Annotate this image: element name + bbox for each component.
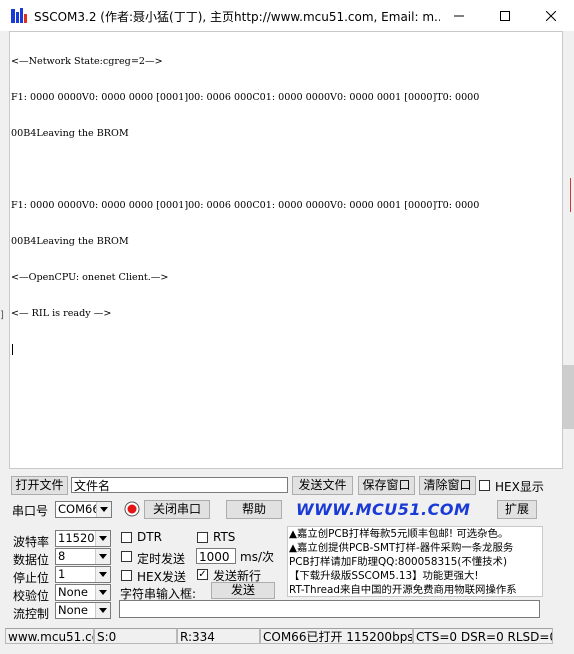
- close-icon: [546, 10, 556, 21]
- parity-value: None: [58, 585, 89, 599]
- timed-send-label: 定时发送: [137, 552, 186, 566]
- port-value: COM66: [58, 502, 100, 516]
- close-port-button[interactable]: 关闭串口: [144, 500, 210, 519]
- chevron-down-icon: [95, 585, 110, 600]
- edge-bracket: ]: [0, 310, 4, 321]
- interval-unit-label: ms/次: [240, 550, 274, 564]
- terminal-cursor-line: [10, 344, 562, 356]
- baud-select[interactable]: 115200: [55, 530, 111, 547]
- send-file-button[interactable]: 发送文件: [292, 476, 353, 495]
- chevron-down-icon: [95, 567, 110, 582]
- promo-line[interactable]: 【下载升级版SSCOM5.13】功能更强大!: [288, 569, 542, 583]
- dtr-label: DTR: [137, 530, 162, 544]
- chevron-down-icon: [95, 603, 110, 618]
- hex-send-checkbox[interactable]: [121, 570, 132, 581]
- status-bar: www.mcu51.cor S:0 R:334 COM66已打开 115200b…: [0, 626, 574, 647]
- terminal-line: <—Network State:cgreg=2—>: [11, 56, 163, 67]
- stopbits-label: 停止位: [13, 571, 50, 585]
- stopbits-select[interactable]: 1: [55, 566, 111, 583]
- rts-label: RTS: [213, 530, 236, 544]
- dtr-checkbox[interactable]: [121, 532, 132, 543]
- flow-value: None: [58, 603, 89, 617]
- terminal-line: 00B4Leaving the BROM: [11, 236, 129, 247]
- port-select[interactable]: COM66: [55, 501, 112, 518]
- title-bar: SSCOM3.2 (作者:聂小猛(丁丁), 主页http://www.mcu51…: [0, 0, 574, 31]
- port-status-indicator-icon: [124, 501, 140, 517]
- filename-input[interactable]: 文件名: [71, 477, 288, 493]
- clear-window-button[interactable]: 清除窗口: [419, 476, 476, 495]
- interval-input[interactable]: 1000: [196, 548, 236, 564]
- terminal-line: F1: 0000 0000V0: 0000 0000 [0001]00: 000…: [11, 200, 480, 211]
- chevron-down-icon: [96, 502, 111, 517]
- chevron-down-icon: [95, 549, 110, 564]
- text-cursor: [12, 344, 13, 355]
- hex-display-checkbox[interactable]: [479, 480, 490, 491]
- promo-line[interactable]: ▲嘉立创PCB打样每款5元顺丰包邮! 可选杂色。: [288, 527, 542, 541]
- databits-label: 数据位: [13, 553, 50, 567]
- window-title: SSCOM3.2 (作者:聂小猛(丁丁), 主页http://www.mcu51…: [34, 10, 440, 24]
- send-button[interactable]: 发送: [211, 582, 275, 599]
- rts-checkbox[interactable]: [197, 532, 208, 543]
- timed-send-checkbox[interactable]: [121, 551, 132, 562]
- status-sent-count: S:0: [94, 628, 177, 644]
- parity-select[interactable]: None: [55, 584, 111, 601]
- edge-marker: [570, 178, 574, 212]
- mcu51-logo[interactable]: WWW.MCU51.COM: [296, 500, 470, 519]
- send-newline-checkbox[interactable]: ✓: [197, 569, 208, 580]
- maximize-button[interactable]: [482, 0, 528, 31]
- help-button[interactable]: 帮助: [226, 500, 282, 519]
- save-window-button[interactable]: 保存窗口: [358, 476, 415, 495]
- terminal-line: <—OpenCPU: onenet Client.—>: [11, 272, 169, 283]
- minimize-icon: [454, 15, 464, 16]
- terminal-line: 00B4Leaving the BROM: [11, 128, 129, 139]
- open-file-button[interactable]: 打开文件: [11, 476, 68, 495]
- promo-panel: ▲嘉立创PCB打样每款5元顺丰包邮! 可选杂色。 ▲嘉立创提供PCB-SMT打样…: [287, 526, 543, 597]
- chevron-down-icon: [95, 531, 110, 546]
- promo-line[interactable]: PCB打样请加F助理QQ:800058315(不懂技术): [288, 555, 542, 569]
- stopbits-value: 1: [58, 567, 66, 581]
- send-string-input[interactable]: [119, 600, 540, 618]
- expand-button[interactable]: 扩展: [497, 500, 537, 519]
- terminal-line: <— RIL is ready —>: [11, 308, 112, 319]
- port-label: 串口号: [12, 504, 49, 518]
- minimize-button[interactable]: [436, 0, 482, 31]
- terminal-line: F1: 0000 0000V0: 0000 0000 [0001]00: 000…: [11, 92, 480, 103]
- app-window: SSCOM3.2 (作者:聂小猛(丁丁), 主页http://www.mcu51…: [0, 0, 574, 654]
- hex-send-label: HEX发送: [137, 570, 186, 584]
- status-received-count: R:334: [177, 628, 260, 644]
- baud-label: 波特率: [13, 535, 50, 549]
- status-signals: CTS=0 DSR=0 RLSD=0: [413, 628, 553, 644]
- parity-label: 校验位: [13, 589, 50, 603]
- hex-display-label: HEX显示: [495, 480, 544, 494]
- close-button[interactable]: [528, 0, 574, 31]
- maximize-icon: [500, 10, 510, 21]
- flow-label: 流控制: [13, 607, 50, 621]
- receive-terminal[interactable]: <—Network State:cgreg=2—> F1: 0000 0000V…: [9, 31, 563, 469]
- app-logo-icon: [11, 8, 27, 23]
- status-website[interactable]: www.mcu51.cor: [5, 628, 94, 644]
- status-port-info: COM66已打开 115200bps: [260, 628, 413, 644]
- promo-line[interactable]: ▲嘉立创提供PCB-SMT打样-器件采购一条龙服务: [288, 541, 542, 555]
- databits-value: 8: [58, 549, 66, 563]
- scrollbar-thumb[interactable]: [563, 365, 574, 429]
- flow-select[interactable]: None: [55, 602, 111, 619]
- databits-select[interactable]: 8: [55, 548, 111, 565]
- promo-line[interactable]: RT-Thread来自中国的开源免费商用物联网操作系: [288, 583, 542, 596]
